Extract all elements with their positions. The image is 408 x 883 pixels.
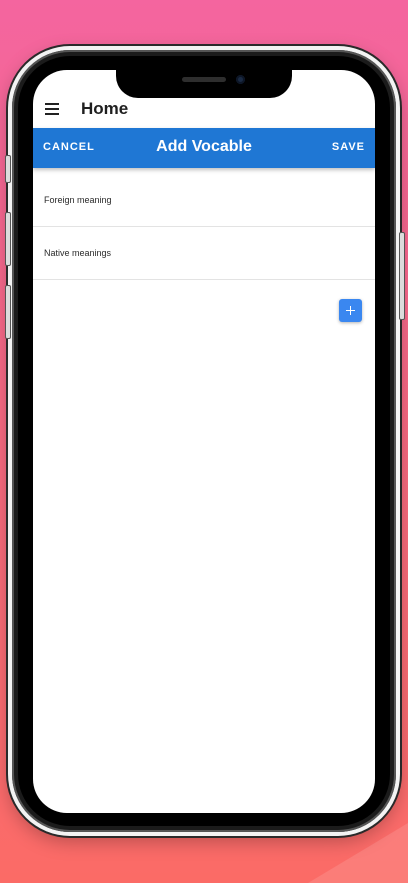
phone-notch [116, 70, 292, 98]
speaker-grille [182, 77, 226, 82]
dialog-title: Add Vocable [156, 138, 252, 155]
foreign-meaning-field[interactable]: Foreign meaning [33, 174, 375, 227]
power-button [399, 232, 405, 320]
add-meaning-button[interactable] [339, 299, 362, 322]
native-meanings-field[interactable]: Native meanings [33, 227, 375, 280]
volume-up-button [5, 212, 11, 266]
page-title: Home [81, 99, 129, 118]
native-meanings-label: Native meanings [44, 248, 112, 258]
volume-down-button [5, 285, 11, 339]
phone-screen: Home CANCEL Add Vocable SAVE Foreign mea… [33, 70, 375, 813]
front-camera-icon [236, 75, 245, 84]
mute-switch [5, 155, 11, 183]
save-button[interactable]: SAVE [332, 141, 365, 153]
hamburger-menu-icon[interactable] [45, 103, 59, 115]
dialog-header: CANCEL Add Vocable SAVE [33, 128, 375, 168]
foreign-meaning-label: Foreign meaning [44, 195, 112, 205]
